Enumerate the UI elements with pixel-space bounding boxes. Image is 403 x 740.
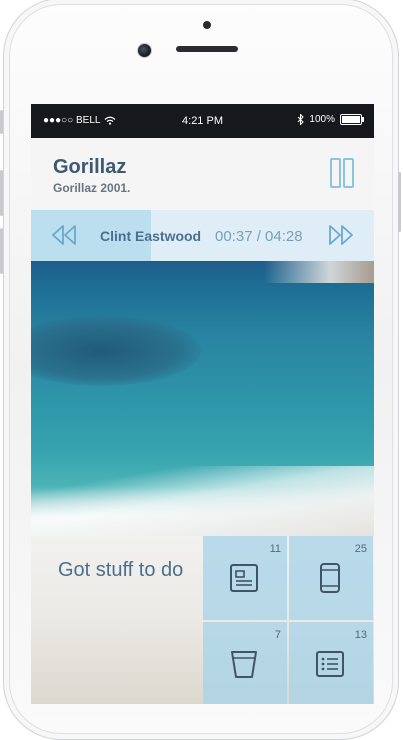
artist-name: Gorillaz <box>53 156 127 178</box>
cup-icon <box>231 651 257 678</box>
list-icon <box>316 651 344 677</box>
todo-tile-notes[interactable]: 11 <box>203 536 287 620</box>
front-camera <box>137 43 152 58</box>
todo-tile-phone[interactable]: 25 <box>289 536 373 620</box>
todo-title: Got stuff to do <box>58 559 184 581</box>
battery-percent: 100% <box>309 114 335 125</box>
tile-count: 7 <box>274 629 281 641</box>
album-header: Gorillaz Gorillaz 2001. <box>31 138 374 210</box>
fast-forward-icon[interactable] <box>328 224 354 246</box>
sensor-dot <box>203 21 211 29</box>
volume-down-button <box>0 228 3 274</box>
background-photo <box>31 261 374 536</box>
earpiece-speaker <box>176 46 238 52</box>
volume-up-button <box>0 170 3 216</box>
tile-count: 11 <box>269 543 281 555</box>
pause-icon <box>330 158 341 188</box>
battery-icon <box>340 114 364 125</box>
todo-tile-cup[interactable]: 7 <box>203 622 287 704</box>
phone-icon <box>320 563 340 593</box>
pause-button[interactable] <box>330 158 354 188</box>
player-bar: Clint Eastwood 00:37 / 04:28 <box>31 210 374 261</box>
todo-panel: Got stuff to do 11 25 7 13 <box>31 536 374 704</box>
song-title: Clint Eastwood <box>100 228 202 244</box>
bluetooth-icon <box>298 114 305 125</box>
power-button <box>398 172 401 232</box>
album-title: Gorillaz 2001. <box>53 181 131 195</box>
mute-switch <box>0 110 3 134</box>
document-icon <box>230 564 258 592</box>
tile-count: 13 <box>354 629 367 641</box>
song-time: 00:37 / 04:28 <box>215 228 303 245</box>
todo-tile-list[interactable]: 13 <box>289 622 373 704</box>
screen: ●●●○○ BELL 4:21 PM 100% Gorillaz Gorilla… <box>31 104 374 704</box>
rewind-icon[interactable] <box>51 224 77 246</box>
status-bar: ●●●○○ BELL 4:21 PM 100% <box>31 104 374 138</box>
tile-count: 25 <box>354 543 367 555</box>
